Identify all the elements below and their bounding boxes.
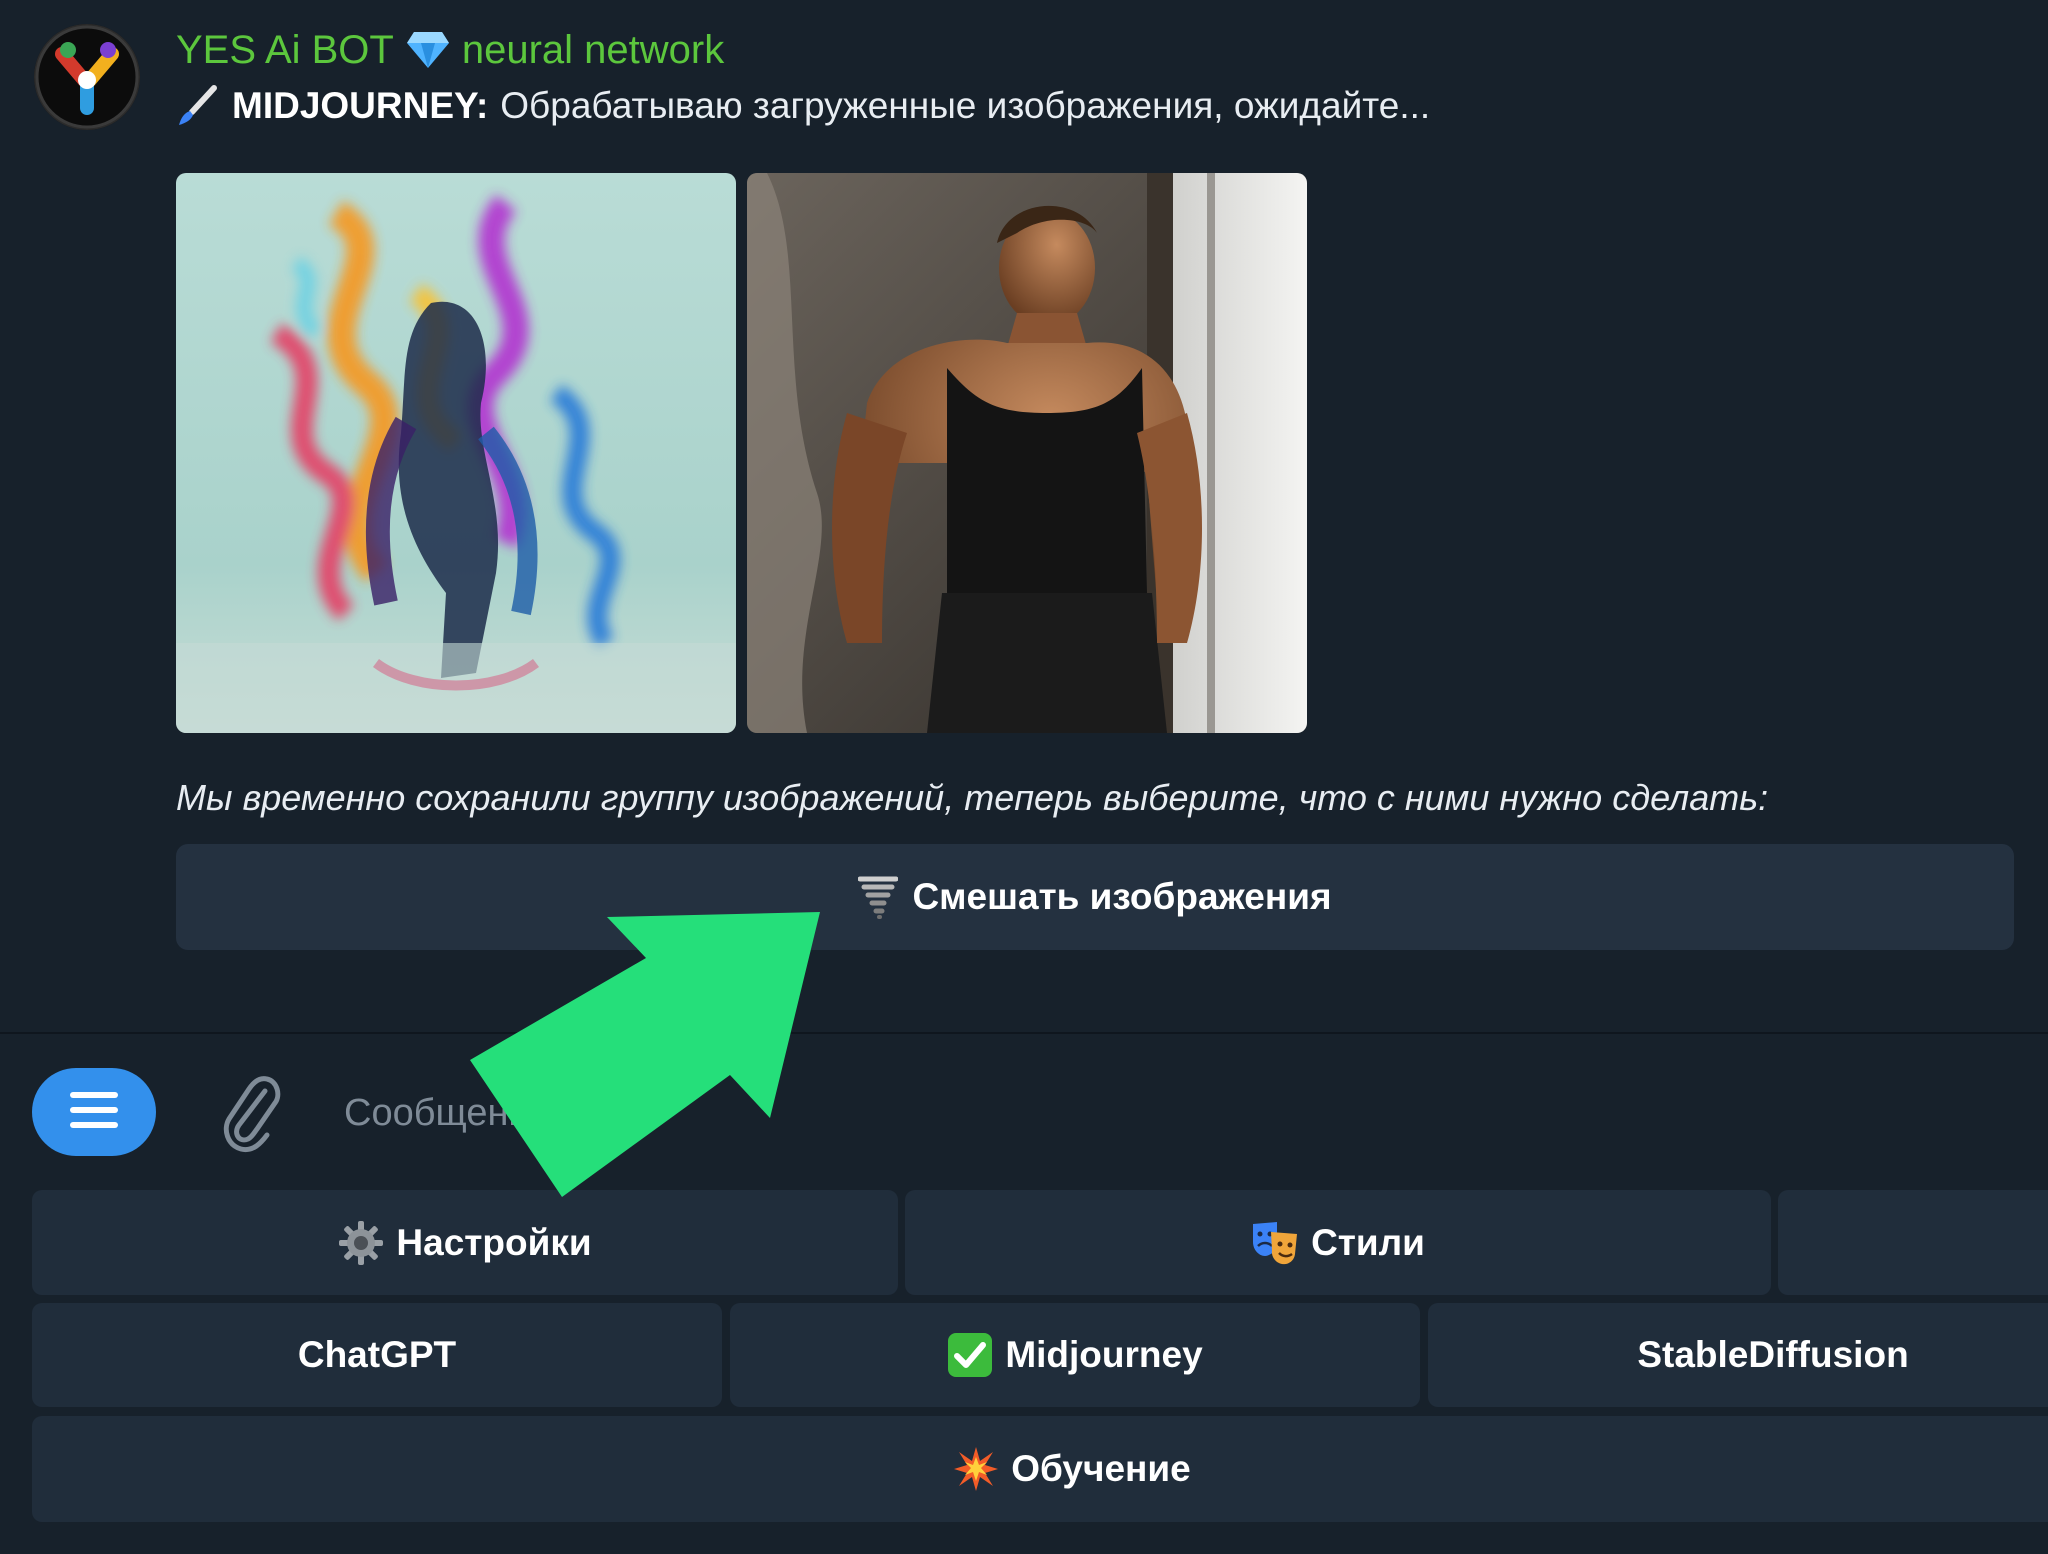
- training-button[interactable]: Обучение: [32, 1416, 2048, 1522]
- check-mark-icon: [947, 1332, 993, 1378]
- settings-label: Настройки: [396, 1221, 592, 1263]
- midjourney-button[interactable]: Midjourney: [730, 1303, 1420, 1407]
- blend-images-button[interactable]: Смешать изображения: [176, 844, 2014, 950]
- instruction-caption: Мы временно сохранили группу изображений…: [176, 777, 1769, 818]
- bot-avatar-icon[interactable]: [34, 24, 140, 130]
- chatgpt-label: ChatGPT: [297, 1334, 457, 1375]
- service-label: MIDJOURNEY:: [232, 85, 489, 126]
- styles-button[interactable]: Стили: [905, 1190, 1771, 1295]
- stablediffusion-label: StableDiffusion: [1637, 1334, 1909, 1375]
- sender-name: YES Ai BOT: [176, 27, 394, 72]
- composer-divider: [0, 1032, 2048, 1034]
- midjourney-label: Midjourney: [1005, 1334, 1203, 1375]
- stablediffusion-button[interactable]: StableDiffusion: [1428, 1303, 2048, 1407]
- menu-icon: [68, 1090, 120, 1135]
- paperclip-icon[interactable]: [214, 1070, 290, 1156]
- blend-images-label: Смешать изображения: [912, 876, 1332, 917]
- tornado-icon: [858, 875, 899, 919]
- chatgpt-button[interactable]: ChatGPT: [32, 1303, 722, 1407]
- status-message: MIDJOURNEY: Обрабатываю загруженные изоб…: [176, 80, 1430, 132]
- collision-icon: [953, 1446, 999, 1492]
- telegram-chat-window: YES Ai BOT neural network MIDJOURNEY: Об…: [0, 0, 2048, 1554]
- sender-suffix: neural network: [461, 27, 725, 72]
- settings-button[interactable]: Настройки: [32, 1190, 898, 1295]
- paintbrush-icon: [176, 85, 218, 127]
- message-input[interactable]: [342, 1082, 1996, 1144]
- theater-masks-icon: [1251, 1220, 1299, 1266]
- image-man-window[interactable]: [747, 173, 1307, 733]
- diamond-icon: [406, 30, 450, 70]
- styles-label: Стили: [1311, 1221, 1425, 1263]
- bot-menu-button[interactable]: [32, 1068, 156, 1156]
- image-ink-figure[interactable]: [176, 173, 736, 733]
- keyboard-button-row1-third[interactable]: [1778, 1190, 2048, 1295]
- training-label: Обучение: [1011, 1448, 1191, 1489]
- status-text: Обрабатываю загруженные изображения, ожи…: [500, 85, 1431, 126]
- sender-line[interactable]: YES Ai BOT neural network: [176, 24, 724, 76]
- gear-icon: [338, 1220, 384, 1266]
